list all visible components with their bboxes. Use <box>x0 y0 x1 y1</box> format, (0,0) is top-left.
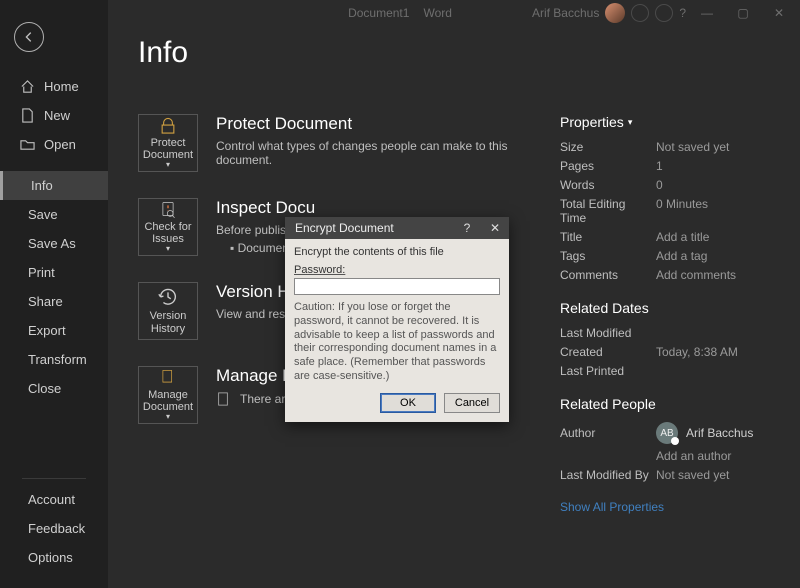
dialog-intro: Encrypt the contents of this file <box>294 246 500 258</box>
dialog-caution: Caution: If you lose or forget the passw… <box>294 301 500 384</box>
password-input[interactable] <box>294 278 500 295</box>
ok-button[interactable]: OK <box>380 393 436 413</box>
dialog-help-button[interactable]: ? <box>453 217 481 239</box>
dialog-titlebar[interactable]: Encrypt Document ? ✕ <box>285 217 509 239</box>
password-label: Password: <box>294 264 500 276</box>
encrypt-document-dialog: Encrypt Document ? ✕ Encrypt the content… <box>285 217 509 422</box>
cancel-button[interactable]: Cancel <box>444 393 500 413</box>
dialog-close-button[interactable]: ✕ <box>481 217 509 239</box>
dialog-title: Encrypt Document <box>295 221 394 235</box>
